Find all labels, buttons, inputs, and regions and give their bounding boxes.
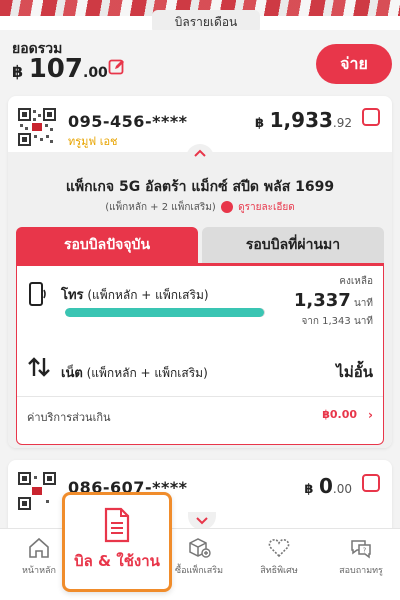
total-amount: ฿ 107.00 [12,54,108,84]
internet-value: ไม่อั้น [336,363,373,381]
phone-icon [29,282,46,306]
remaining-minutes: 1,337 [293,290,351,311]
total-integer: 107 [28,54,83,84]
account-amount: ฿ 1,933.92 [255,108,352,132]
collapse-button[interactable] [186,144,214,162]
tab-past-bill[interactable]: รอบบิลที่ผ่านมา [202,227,384,263]
nav-privileges[interactable]: สิทธิพิเศษ [244,537,314,577]
account-checkbox[interactable] [362,108,380,126]
data-transfer-icon [28,357,50,377]
account-amount: ฿ 0.00 [304,474,352,498]
nav-buy-addon-label: ซื้อแพ็กเสริม [174,566,224,576]
voice-progress-fill [65,308,265,317]
package-subtitle: (แพ็กหลัก + 2 แพ็กเสริม) ดูรายละเอียด [8,200,392,215]
remaining-unit: นาที [350,298,373,309]
voice-label-detail: (แพ็กหลัก + แพ็กเสริม) [83,288,209,302]
amount-decimal: .00 [332,482,352,496]
home-icon [29,537,49,558]
total-currency: ฿ [12,62,24,81]
heart-icon [268,539,290,558]
tab-current-bill[interactable]: รอบบิลปัจจุบัน [16,227,198,263]
brand-name: ทรูมูฟ เอช [68,135,118,148]
internet-label-detail: (แพ็กหลัก + แพ็กเสริม) [82,366,208,380]
amount-currency: ฿ [304,482,314,497]
chevron-right-icon[interactable]: › [368,408,373,422]
package-composition: (แพ็กหลัก + 2 แพ็กเสริม) [105,202,216,213]
internet-label-main: เน็ต [61,366,83,381]
nav-privileges-label: สิทธิพิเศษ [260,566,298,576]
phone-number: 095-456-**** [68,112,188,131]
nav-ask-true-label: สอบถามทรู [339,566,383,576]
remaining-value: 1,337 นาที [294,290,373,311]
amount-integer: 1,933 [269,108,333,132]
package-title: แพ็กเกจ 5G อัลตร้า แม็กซ์ สปีด พลัส 1699 [65,179,335,195]
svg-text:?: ? [363,547,367,555]
internet-label: เน็ต (แพ็กหลัก + แพ็กเสริม) [61,362,208,383]
total-header: ยอดรวม ฿ 107.00 จ่าย [0,30,400,94]
nav-buy-addon[interactable]: ซื้อแพ็กเสริม [164,537,234,577]
remaining-label: คงเหลือ [339,276,373,287]
voice-progress-bar [65,308,265,317]
package-detail: แพ็กเกจ 5G อัลตร้า แม็กซ์ สปีด พลัส 1699… [8,144,392,448]
nav-home-label: หน้าหลัก [21,566,57,576]
total-decimal: .00 [83,65,108,81]
extra-charge-label[interactable]: ค่าบริการส่วนเกิน [27,408,111,426]
voice-label: โทร (แพ็กหลัก + แพ็กเสริม) [61,284,209,305]
nav-bill-usage[interactable]: บิล & ใช้งาน [62,492,172,592]
total-minutes: จาก 1,343 นาที [301,316,373,327]
amount-currency: ฿ [255,116,265,131]
qr-code-icon [18,108,56,146]
extra-charge-value[interactable]: ฿0.00 [322,408,357,421]
chevron-up-icon [194,149,206,157]
bottom-nav: หน้าหลัก ซื้อแพ็กเสริม สิทธิพิเศษ ? สอบถ… [0,528,400,600]
nav-bill-usage-label: บิล & ใช้งาน [74,552,160,570]
view-details-link[interactable]: ดูรายละเอียด [238,202,295,213]
divider [17,396,383,397]
voice-label-main: โทร [61,288,84,303]
pay-button[interactable]: จ่าย [316,44,392,84]
chat-help-icon: ? [351,540,371,559]
amount-integer: 0 [318,474,333,498]
box-add-icon [189,538,211,558]
usage-panel: โทร (แพ็กหลัก + แพ็กเสริม) คงเหลือ 1,337… [16,263,384,445]
account-checkbox[interactable] [362,474,380,492]
amount-decimal: .92 [332,116,352,130]
account-card-1: 095-456-**** ทรูมูฟ เอช ฿ 1,933.92 แพ็กเ… [8,96,392,448]
nav-ask-true[interactable]: ? สอบถามทรู [326,537,396,577]
search-icon [220,201,233,213]
bill-document-icon [104,507,130,543]
qr-code-icon [18,472,56,510]
edit-icon[interactable] [108,58,126,76]
